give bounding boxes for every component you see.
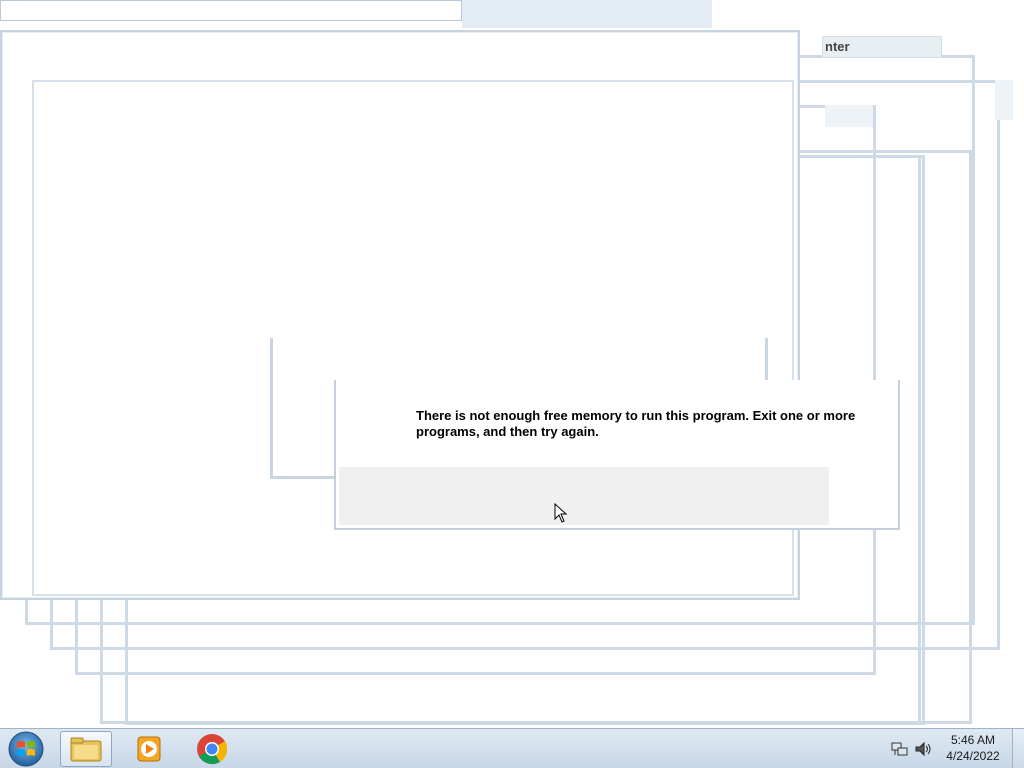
show-desktop-button[interactable] — [1012, 729, 1024, 768]
ghost-strip — [825, 105, 875, 127]
system-clock[interactable]: 5:46 AM 4/24/2022 — [940, 732, 1006, 764]
media-player-icon — [137, 736, 161, 762]
taskbar-item-windows-explorer[interactable] — [60, 731, 112, 767]
error-dialog — [334, 380, 900, 530]
title-band-remnant — [462, 0, 712, 28]
network-icon[interactable] — [890, 740, 908, 758]
windows-orb-icon — [8, 731, 44, 767]
taskbar-item-media-player[interactable] — [124, 731, 176, 767]
address-bar-remnant — [0, 0, 462, 21]
search-box-remnant: nter — [822, 36, 942, 58]
error-message: There is not enough free memory to run t… — [416, 408, 856, 439]
speaker-icon[interactable] — [914, 740, 932, 758]
ghost-strip — [995, 80, 1013, 120]
mouse-cursor-icon — [554, 503, 568, 523]
desktop: nter There is not enough free memory to … — [0, 0, 1024, 768]
dialog-button-area — [339, 467, 829, 525]
taskbar-item-chrome[interactable] — [187, 731, 239, 767]
clock-date: 4/24/2022 — [946, 749, 1000, 763]
ghost-edge — [918, 155, 925, 725]
start-button[interactable] — [6, 730, 46, 768]
folder-icon — [70, 737, 102, 762]
clock-time: 5:46 AM — [950, 733, 996, 747]
chrome-icon — [197, 734, 228, 765]
